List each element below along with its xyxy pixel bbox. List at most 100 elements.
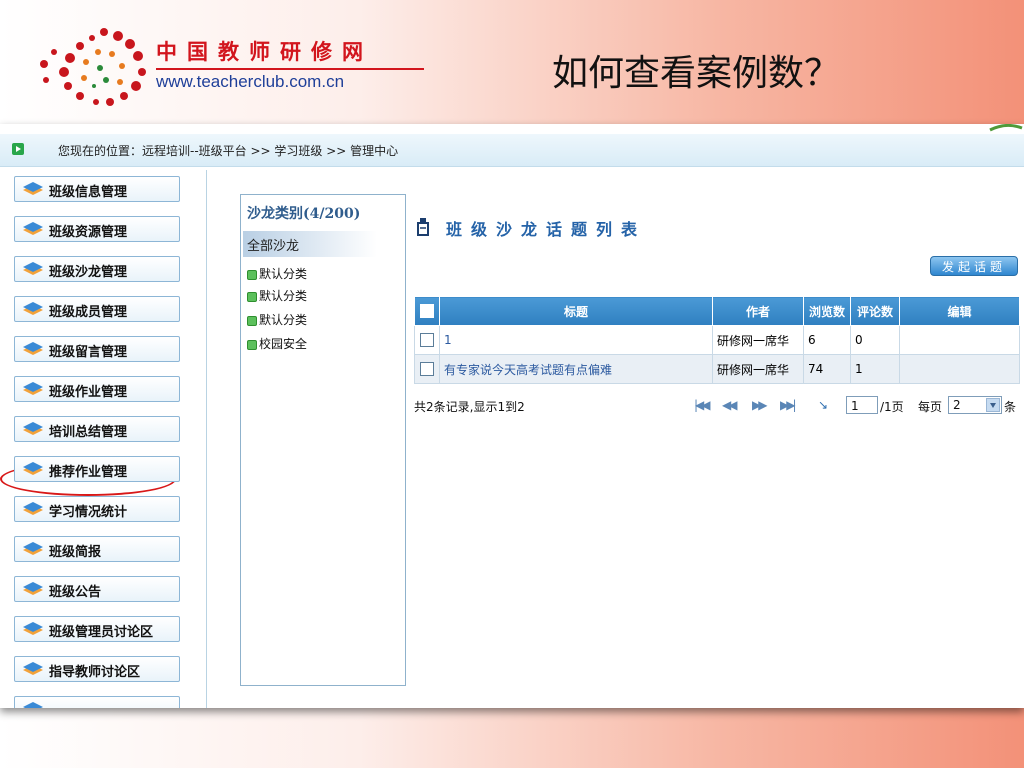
sidebar-item-training-summary[interactable]: 培训总结管理 <box>14 416 180 442</box>
bullet-icon <box>247 291 257 302</box>
sidebar-item-label: 班级简报 <box>49 545 102 560</box>
sidebar-item-label: 班级资源管理 <box>49 225 128 240</box>
sidebar-item-label: 指导教师讨论区 <box>49 665 141 680</box>
topic-author-cell: 研修网一席华 <box>712 354 804 384</box>
last-page-icon[interactable]: ▶▶| <box>780 398 796 412</box>
select-all-checkbox[interactable] <box>420 304 434 319</box>
sidebar-item-recommended-homework[interactable]: 推荐作业管理 <box>14 456 180 482</box>
topic-list-title: 班级沙龙话题列表 <box>446 220 647 239</box>
sidebar-item-class-members[interactable]: 班级成员管理 <box>14 296 180 322</box>
book-stack-icon <box>23 302 43 315</box>
sidebar-item-label: 班级管理员讨论区 <box>49 625 154 640</box>
topic-views-cell: 6 <box>803 325 851 355</box>
category-all-label: 全部沙龙 <box>247 239 300 254</box>
sidebar-item-class-messages[interactable]: 班级留言管理 <box>14 336 180 362</box>
topic-title-cell: 有专家说今天高考试题有点偏难 <box>439 354 713 384</box>
slide-header: 中国教师研修网 www.teacherclub.com.cn 如何查看案例数？ <box>0 0 1024 122</box>
category-item-label: 默认分类 <box>259 289 308 303</box>
column-header-author[interactable]: 作者 <box>712 296 804 326</box>
book-stack-icon <box>23 502 43 515</box>
topic-views-cell: 74 <box>803 354 851 384</box>
prev-page-icon[interactable]: ◀◀ <box>722 398 738 412</box>
bullet-icon <box>247 315 257 326</box>
sidebar-item-class-announcement[interactable]: 班级公告 <box>14 576 180 602</box>
sidebar-item-admin-forum[interactable]: 班级管理员讨论区 <box>14 616 180 642</box>
book-stack-icon <box>23 262 43 275</box>
table-header-row: 标题 作者 浏览数 评论数 编辑 <box>414 296 1020 326</box>
category-panel-title: 沙龙类别(4/200) <box>247 206 361 222</box>
bullet-icon <box>247 339 257 350</box>
table-row: 1 研修网一席华 6 0 <box>414 325 1020 355</box>
slide-title: 如何查看案例数？ <box>552 53 841 94</box>
category-item-label: 校园安全 <box>259 337 308 351</box>
book-stack-icon <box>23 542 43 555</box>
sidebar-item-class-resources[interactable]: 班级资源管理 <box>14 216 180 242</box>
row-select-cell <box>414 354 440 384</box>
column-header-views[interactable]: 浏览数 <box>803 296 851 326</box>
category-item[interactable]: 默认分类 <box>247 265 307 282</box>
pager: 共2条记录,显示1到2 |◀◀ ◀◀ ▶▶ ▶▶| ↘ 1 /1页 每页 2 条 <box>414 396 1020 418</box>
category-all[interactable]: 全部沙龙 <box>243 231 377 257</box>
column-header-title[interactable]: 标题 <box>439 296 713 326</box>
topic-link[interactable]: 1 <box>444 333 452 347</box>
per-page-select[interactable]: 2 <box>948 396 1002 414</box>
brand-underline <box>156 68 424 70</box>
sidebar-item-learning-stats[interactable]: 学习情况统计 <box>14 496 180 522</box>
category-item-label: 默认分类 <box>259 313 308 327</box>
topic-edit-cell <box>899 325 1020 355</box>
topic-title-cell: 1 <box>439 325 713 355</box>
category-item[interactable]: 默认分类 <box>247 311 307 328</box>
sidebar-item-label: 班级信息管理 <box>49 185 128 200</box>
per-page-value: 2 <box>953 398 961 412</box>
bullet-icon <box>247 269 257 280</box>
go-page-icon[interactable]: ↘ <box>818 398 828 412</box>
category-item-label: 默认分类 <box>259 267 308 281</box>
location-arrow-icon <box>12 143 24 155</box>
per-page-unit: 条 <box>1004 400 1017 414</box>
brand-url: www.teacherclub.com.cn <box>156 72 345 91</box>
topic-link[interactable]: 有专家说今天高考试题有点偏难 <box>444 363 612 377</box>
corner-leaf-icon <box>989 124 1023 132</box>
sidebar-item-label: 学习情况统计 <box>49 505 128 520</box>
table-row: 有专家说今天高考试题有点偏难 研修网一席华 74 1 <box>414 354 1020 384</box>
row-checkbox[interactable] <box>420 333 434 348</box>
sidebar-item-class-info[interactable]: 班级信息管理 <box>14 176 180 202</box>
sidebar-item-partial[interactable] <box>14 696 180 708</box>
book-stack-icon <box>23 342 43 355</box>
sidebar: 班级信息管理 班级资源管理 班级沙龙管理 班级成员管理 班级留言管理 班级作业管… <box>0 170 207 708</box>
book-stack-icon <box>23 702 43 708</box>
category-item[interactable]: 默认分类 <box>247 287 307 304</box>
next-page-icon[interactable]: ▶▶ <box>752 398 768 412</box>
column-header-comments[interactable]: 评论数 <box>850 296 900 326</box>
sidebar-item-label: 班级留言管理 <box>49 345 128 360</box>
row-select-cell <box>414 325 440 355</box>
column-header-edit: 编辑 <box>899 296 1020 326</box>
breadcrumb: 您现在的位置：远程培训--班级平台 >> 学习班级 >> 管理中心 <box>58 144 399 158</box>
sidebar-item-label: 班级公告 <box>49 585 102 600</box>
sidebar-item-class-salon[interactable]: 班级沙龙管理 <box>14 256 180 282</box>
book-stack-icon <box>23 622 43 635</box>
topic-comments-cell: 0 <box>850 325 900 355</box>
sidebar-item-label: 班级作业管理 <box>49 385 128 400</box>
record-summary: 共2条记录,显示1到2 <box>414 400 525 414</box>
salon-category-panel: 沙龙类别(4/200) 全部沙龙 默认分类 默认分类 默认分类 校园安全 <box>240 194 406 686</box>
sidebar-item-label: 班级沙龙管理 <box>49 265 128 280</box>
book-stack-icon <box>23 182 43 195</box>
first-page-icon[interactable]: |◀◀ <box>694 398 710 412</box>
post-topic-button[interactable]: 发起话题 <box>930 256 1018 276</box>
page-number-input[interactable]: 1 <box>846 396 878 414</box>
sidebar-item-tutor-forum[interactable]: 指导教师讨论区 <box>14 656 180 682</box>
chevron-down-icon[interactable] <box>986 398 1000 412</box>
total-pages: /1页 <box>880 400 904 414</box>
book-stack-icon <box>23 382 43 395</box>
row-checkbox[interactable] <box>420 362 434 377</box>
sidebar-item-class-briefing[interactable]: 班级简报 <box>14 536 180 562</box>
topic-author-cell: 研修网一席华 <box>712 325 804 355</box>
book-stack-icon <box>23 462 43 475</box>
brand-name: 中国教师研修网 <box>156 40 373 64</box>
sidebar-item-class-homework[interactable]: 班级作业管理 <box>14 376 180 402</box>
book-stack-icon <box>23 662 43 675</box>
category-item[interactable]: 校园安全 <box>247 335 307 352</box>
topic-list-icon <box>417 218 429 236</box>
sidebar-item-label: 培训总结管理 <box>49 425 128 440</box>
